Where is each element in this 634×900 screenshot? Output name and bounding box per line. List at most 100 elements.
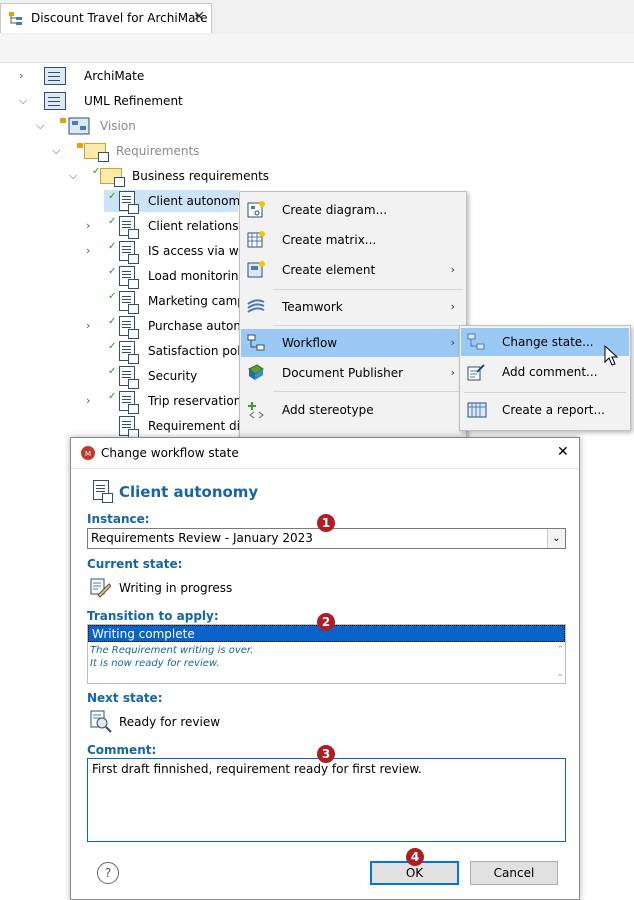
chevron-right-icon[interactable]: ›: [86, 245, 96, 256]
tree-item-label: UML Refinement: [84, 94, 183, 108]
step-badge-3: 3: [317, 745, 335, 763]
tree-item-purchase-automation[interactable]: › ✓ Purchase automa: [0, 315, 252, 339]
tree-item-label: Security: [148, 369, 198, 383]
lock-icon: [60, 118, 66, 123]
check-icon: ✓: [108, 241, 117, 252]
menu-item-add-stereotype[interactable]: Add stereotype: [241, 396, 465, 424]
check-icon: ✓: [108, 266, 117, 277]
tree-item-client-relationship[interactable]: › ✓ Client relationshi: [0, 215, 249, 239]
help-glyph: ?: [104, 866, 112, 880]
menu-separator: [273, 289, 463, 290]
chevron-down-icon[interactable]: ⌵: [69, 170, 79, 181]
menu-separator: [464, 392, 626, 393]
context-menu: Create diagram... Create matrix... Creat…: [239, 191, 467, 443]
ok-label: OK: [405, 866, 424, 880]
requirement-diagram-icon: [119, 416, 139, 439]
menu-separator: [273, 391, 463, 392]
transition-list[interactable]: Writing complete The Requirement writing…: [87, 624, 566, 684]
chevron-right-icon[interactable]: ›: [86, 320, 96, 331]
menu-item-label: Create matrix...: [282, 233, 377, 247]
add-comment-icon: [467, 363, 485, 381]
tree-item-load-monitoring[interactable]: ✓ Load monitoring: [0, 265, 246, 289]
chevron-right-icon[interactable]: ›: [86, 395, 96, 406]
model-package-icon: [44, 67, 66, 85]
tree-item-requirement-diagram[interactable]: Requirement diag: [0, 415, 255, 439]
menu-item-create-diagram[interactable]: Create diagram...: [241, 196, 465, 224]
chevron-down-icon[interactable]: ⌵: [52, 145, 62, 156]
tab-close-icon[interactable]: ✕: [193, 9, 205, 25]
mouse-cursor-icon: [604, 344, 620, 367]
tree-item-security[interactable]: ✓ Security: [0, 365, 240, 389]
tree-item-satisfaction-poll[interactable]: ✓ Satisfaction poll r: [0, 340, 253, 364]
tree-item-business-requirements[interactable]: ⌵ ✓ Business requirements: [0, 165, 269, 187]
menu-item-teamwork[interactable]: Teamwork ›: [241, 293, 465, 321]
scroll-down-icon[interactable]: ⌄: [556, 669, 564, 679]
tree-item-label: Client relationshi: [148, 219, 250, 233]
tree-item-label: ArchiMate: [84, 69, 145, 83]
tree-item-label: Purchase automa: [148, 319, 253, 333]
menu-item-create-matrix[interactable]: Create matrix...: [241, 226, 465, 254]
comment-textarea[interactable]: First draft finnished, requirement ready…: [87, 758, 566, 842]
step-badge-1: 1: [317, 514, 335, 532]
tree-item-label: Satisfaction poll r: [148, 344, 253, 358]
pencil-state-icon: [89, 576, 112, 598]
comment-value: First draft finnished, requirement ready…: [92, 762, 422, 776]
menu-item-label: Create diagram...: [282, 203, 388, 217]
tree-item-trip-reservation[interactable]: › ✓ Trip reservation p: [0, 390, 253, 414]
model-package-icon: [44, 92, 66, 110]
step-badge-4: 4: [406, 848, 424, 866]
tree-item-label: Requirements: [116, 144, 200, 158]
tree-item-vision[interactable]: ⌵ Vision: [0, 115, 240, 137]
tree-item-label: IS access via web: [148, 244, 254, 258]
chevron-right-icon[interactable]: ›: [19, 70, 29, 81]
dropdown-chevron-icon[interactable]: ⌄: [547, 529, 565, 548]
help-icon[interactable]: ?: [97, 862, 119, 884]
tree-item-requirements[interactable]: ⌵ Requirements: [0, 140, 240, 162]
requirement-icon: [119, 191, 139, 214]
svg-text:M: M: [85, 450, 91, 458]
menu-separator: [273, 325, 463, 326]
tree-item-label: Client autonomy: [148, 194, 248, 208]
menu-item-label: Add comment...: [502, 365, 598, 379]
lock-icon: [77, 143, 83, 148]
requirement-icon: [119, 216, 139, 239]
tab-title: Discount Travel for ArchiMate: [31, 11, 208, 25]
tree-item-archimate[interactable]: › ArchiMate: [0, 65, 240, 87]
tree-item-is-access[interactable]: › ✓ IS access via web: [0, 240, 254, 264]
tree-item-label: Trip reservation p: [148, 394, 253, 408]
current-state-value: Writing in progress: [119, 581, 233, 595]
menu-item-label: Create element: [282, 263, 376, 277]
project-tree-icon: [8, 11, 24, 27]
create-matrix-icon: [247, 231, 265, 249]
check-icon: ✓: [108, 391, 117, 402]
requirement-icon: [119, 316, 139, 339]
dialog-title: Change workflow state: [101, 446, 239, 460]
cancel-label: Cancel: [493, 866, 535, 880]
tree-item-client-autonomy[interactable]: ✓ Client autonomy: [104, 190, 247, 214]
create-diagram-icon: [247, 201, 265, 219]
requirement-icon: [119, 391, 139, 414]
diagram-icon: [68, 117, 90, 135]
check-icon: ✓: [108, 366, 117, 377]
editor-tab[interactable]: Discount Travel for ArchiMate ✕: [0, 3, 212, 33]
change-state-icon: [467, 333, 485, 351]
chevron-down-icon[interactable]: ⌵: [36, 120, 46, 131]
tree-item-marketing-campaign[interactable]: ✓ Marketing campa: [0, 290, 252, 314]
scroll-up-icon[interactable]: ⌃: [556, 645, 564, 655]
chevron-right-icon[interactable]: ›: [86, 220, 96, 231]
review-state-icon: [89, 709, 113, 733]
cancel-button[interactable]: Cancel: [470, 861, 558, 885]
tree-item-uml-refinement[interactable]: ⌵ UML Refinement: [0, 90, 240, 112]
requirement-folder-icon: [100, 168, 125, 187]
transition-description: The Requirement writing is over.: [90, 645, 254, 656]
requirement-icon: [119, 341, 139, 364]
menu-item-create-report[interactable]: Create a report...: [461, 396, 629, 424]
menu-item-label: Change state...: [502, 335, 594, 349]
check-icon: ✓: [108, 341, 117, 352]
menu-item-label: Teamwork: [282, 300, 343, 314]
chevron-down-icon[interactable]: ⌵: [19, 95, 29, 106]
menu-item-document-publisher[interactable]: Document Publisher ›: [241, 359, 465, 387]
menu-item-create-element[interactable]: Create element ›: [241, 256, 465, 284]
dialog-close-icon[interactable]: ✕: [557, 444, 569, 460]
menu-item-workflow[interactable]: Workflow ›: [241, 329, 465, 357]
